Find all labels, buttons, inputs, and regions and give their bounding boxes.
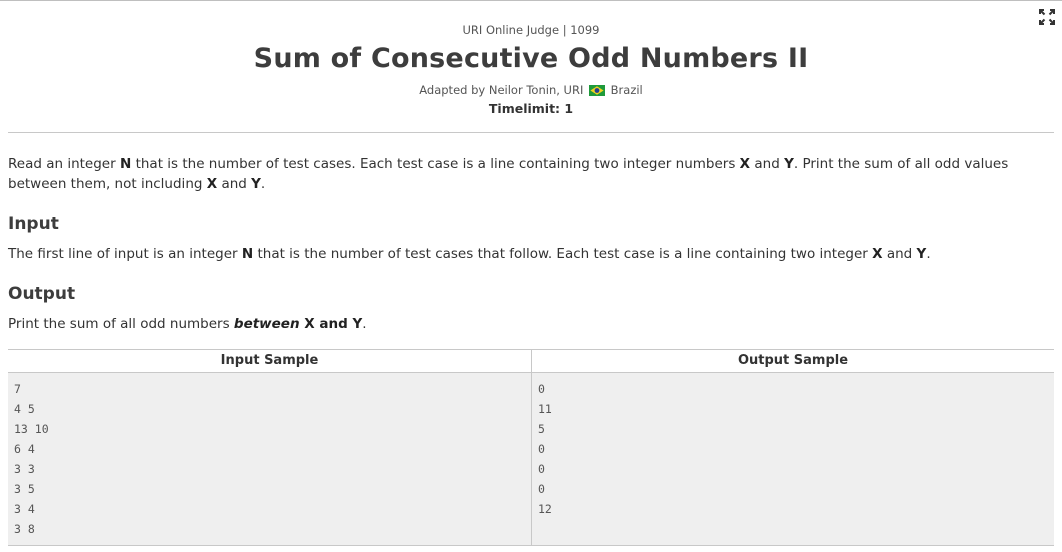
output-sample-body: 0 11 5 0 0 0 12 (532, 373, 1054, 545)
output-text: . (362, 316, 367, 332)
input-sample-line: 3 5 (14, 482, 35, 496)
input-sample-line: 3 4 (14, 502, 35, 516)
description-text: that is the number of test cases. Each t… (131, 156, 740, 172)
input-sample-line: 3 8 (14, 522, 35, 536)
between-emphasis: between (233, 316, 300, 332)
description-text: and (217, 176, 252, 192)
output-heading: Output (8, 284, 76, 304)
samples-table: Input Sample 7 4 5 13 10 6 4 3 3 3 5 3 4… (8, 349, 1054, 546)
var-x: X (739, 156, 751, 172)
output-sample-line: 0 (538, 442, 545, 456)
description-text: Read an integer (8, 156, 120, 172)
output-sample-line: 0 (538, 482, 545, 496)
var-y: Y (784, 156, 794, 172)
input-sample-body: 7 4 5 13 10 6 4 3 3 3 5 3 4 3 8 (8, 373, 531, 545)
input-sample-line: 6 4 (14, 442, 35, 456)
country-text: Brazil (610, 83, 643, 97)
output-sample-line: 11 (538, 402, 552, 416)
var-x: X (206, 176, 218, 192)
page-title: Sum of Consecutive Odd Numbers II (253, 43, 809, 74)
var-n: N (119, 156, 132, 172)
author-text: Adapted by Neilor Tonin, URI (419, 83, 584, 97)
output-description: Print the sum of all odd numbers between… (8, 314, 1058, 334)
output-sample-line: 0 (538, 462, 545, 476)
description-text: and (750, 156, 785, 172)
problem-crumb: URI Online Judge | 1099 (462, 23, 600, 37)
var-x-and-y: X and Y (299, 316, 363, 332)
var-n: N (241, 246, 254, 262)
top-divider (0, 0, 1062, 1)
timelimit: Timelimit: 1 (488, 101, 574, 116)
input-sample-line: 3 3 (14, 462, 35, 476)
var-x: X (872, 246, 883, 262)
output-sample-header: Output Sample (532, 350, 1054, 373)
input-text: and (882, 246, 917, 262)
header-divider (8, 132, 1054, 133)
input-text: that is the number of test cases that fo… (253, 246, 873, 262)
input-heading: Input (8, 214, 59, 234)
input-sample-header: Input Sample (8, 350, 531, 373)
brazil-flag-icon (589, 85, 605, 96)
input-description: The first line of input is an integer N … (8, 244, 1058, 264)
input-sample-line: 7 (14, 382, 21, 396)
input-sample-line: 4 5 (14, 402, 35, 416)
var-y: Y (251, 176, 261, 192)
var-y: Y (916, 246, 927, 262)
description-text: . (260, 176, 266, 192)
problem-description: Read an integer N that is the number of … (8, 154, 1058, 194)
author-line: Adapted by Neilor Tonin, URI Brazil (0, 81, 1062, 99)
problem-header: URI Online Judge | 1099 Sum of Consecuti… (0, 22, 1062, 118)
output-sample-line: 5 (538, 422, 545, 436)
input-text: The first line of input is an integer (8, 246, 242, 262)
input-sample-column: Input Sample 7 4 5 13 10 6 4 3 3 3 5 3 4… (8, 350, 532, 545)
output-sample-column: Output Sample 0 11 5 0 0 0 12 (532, 350, 1054, 545)
output-sample-line: 0 (538, 382, 545, 396)
output-sample-line: 12 (538, 502, 552, 516)
input-text: . (926, 246, 931, 262)
input-sample-line: 13 10 (14, 422, 49, 436)
output-text: Print the sum of all odd numbers (8, 316, 234, 332)
